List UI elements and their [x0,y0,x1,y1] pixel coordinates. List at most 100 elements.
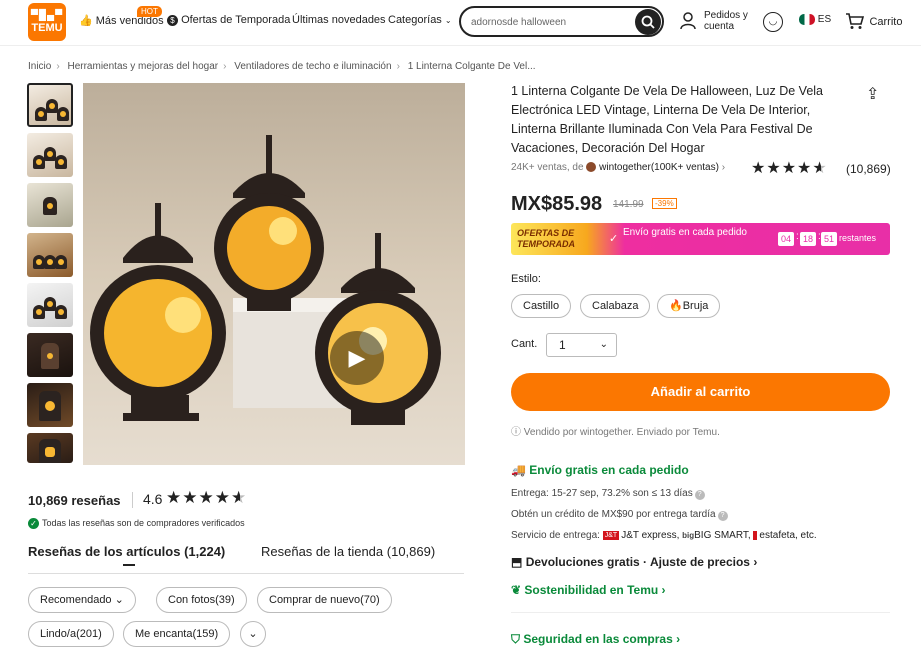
seller-link[interactable]: wintogether(100K+ ventas) [599,162,719,173]
seller-avatar [586,162,597,173]
nav-novedades[interactable]: Últimas novedades [292,14,386,26]
top-header: ▀█▄▀ TEMU 👍 Más vendidos HOT $ Ofertas d… [0,0,921,46]
returns-text: Devoluciones gratis · Ajuste de precios [525,555,750,569]
thumbnail-image[interactable] [27,83,73,127]
thumbnail-image[interactable] [27,233,73,277]
truck-check-icon: ✓ [609,233,619,245]
free-shipping-line[interactable]: 🚚 Envío gratis en cada pedido [511,463,689,477]
price: MX$85.98 [511,193,603,215]
divider [511,612,890,613]
language-selector[interactable]: ES [799,14,831,25]
chevron-down-icon: ⌄ [599,339,608,350]
quantity-select[interactable]: 1 ⌄ [546,333,617,357]
help-icon[interactable]: ? [694,490,705,500]
flame-icon: 🔥 [669,300,683,312]
more-filters-button[interactable]: ⌄ [240,621,266,647]
thumb-up-icon: 👍 [79,15,93,27]
estilo-label: Bruja [682,300,709,312]
dollar-icon: $ [167,15,178,26]
jt-logo-icon: J&T [602,530,620,540]
divider [132,492,133,508]
nav-label: Ofertas de Temporada [181,14,291,26]
lantern-illustration [90,135,441,425]
active-tab-indicator [123,564,135,566]
estilo-option-castillo[interactable]: Castillo [511,294,572,318]
carrier-name: BIG SMART, [694,530,751,541]
chevron-down-icon: ⌄ [248,628,258,640]
quantity-value: 1 [559,338,566,352]
estafeta-logo-icon [753,530,758,540]
filter-con-fotos[interactable]: Con fotos(39) [156,587,247,613]
verified-note: ✓ Todas las reseñas son de compradores ve… [28,518,245,529]
product-rating-stars[interactable]: ★★★★★ [751,158,828,178]
mexico-flag-icon [799,14,815,25]
shield-check-icon: ⛉ [511,632,521,646]
thumbnail-image[interactable] [27,283,73,327]
review-count[interactable]: 10,869 reseñas [28,493,121,508]
logo-glyphs: ▀█▄▀ [30,10,64,21]
filter-me-encanta[interactable]: Me encanta(159) [123,621,231,647]
breadcrumb-item[interactable]: Ventiladores de techo e iluminación [234,61,391,72]
cart-link[interactable]: Carrito [845,12,902,30]
free-shipping-text: Envío gratis en cada pedido [529,463,689,477]
tab-item-reviews[interactable]: Reseñas de los artículos (1,224) [28,544,225,559]
sustainability-link[interactable]: ❦ Sostenibilidad en Temu › [511,583,666,597]
play-video-button[interactable]: ▶ [330,331,384,385]
filter-label: Recomendado [40,594,112,606]
share-icon[interactable]: ⇪ [866,84,879,104]
credit-text: Obtén un crédito de MX$90 por entrega ta… [511,509,716,520]
thumbnail-image[interactable] [27,383,73,427]
breadcrumb: Inicio › Herramientas y mejoras del hogar… [28,61,536,72]
filter-recomendado[interactable]: Recomendado ⌄ [28,587,136,613]
leaf-icon: ❦ [511,583,522,597]
verified-text: Todas las reseñas son de compradores ver… [42,518,245,528]
breadcrumb-item: 1 Linterna Colgante De Vel... [407,61,536,72]
security-link[interactable]: ⛉ Seguridad en las compras › [511,632,680,647]
chevron-down-icon: ⌄ [114,594,124,606]
chevron-right-icon: › [753,555,758,569]
support-icon[interactable]: ◡ [763,12,783,32]
filter-lindo[interactable]: Lindo/a(201) [28,621,114,647]
sustainability-text: Sostenibilidad en Temu [524,583,659,597]
review-tabs: Reseñas de los artículos (1,224) Reseñas… [28,544,464,574]
thumbnail-image[interactable] [27,333,73,377]
countdown-seconds: 51 [821,232,837,246]
thumbnail-image[interactable] [27,133,73,177]
sold-by-text: Vendido por wintogether. Enviado por Tem… [523,427,720,438]
sales-prefix: 24K+ ventas, de [511,162,584,173]
breadcrumb-item[interactable]: Herramientas y mejoras del hogar [67,61,218,72]
promo-envio: Envío gratis en cada pedido [623,227,747,238]
product-title: 1 Linterna Colgante De Vela De Halloween… [511,84,824,155]
estilo-option-calabaza[interactable]: Calabaza [580,294,651,318]
thumbnail-list [27,83,73,469]
carrier-name: estafeta, etc. [759,530,817,541]
chevron-down-icon: ⌄ [444,16,452,25]
nav-ofertas[interactable]: $ Ofertas de Temporada [167,14,290,26]
thumbnail-image[interactable] [27,433,73,463]
estilo-option-bruja[interactable]: 🔥Bruja [657,294,721,318]
product-rating-count[interactable]: (10,869) [846,162,891,176]
service-prefix: Servicio de entrega: [511,530,600,541]
search-icon [641,15,655,29]
account-label: Pedidos y cuenta [704,10,748,32]
help-icon[interactable]: ? [717,511,728,521]
filter-comprar-de-nuevo[interactable]: Comprar de nuevo(70) [257,587,392,613]
add-to-cart-button[interactable]: Añadir al carrito [511,373,890,411]
seasonal-promo-banner[interactable]: OFERTAS DE TEMPORADA ✓ Envío gratis en c… [511,223,890,255]
breadcrumb-item[interactable]: Inicio [28,61,51,72]
sold-by-info: ⓘ Vendido por wintogether. Enviado por T… [511,423,720,438]
delivery-text: Entrega: 15-27 sep, 73.2% son ≤ 13 días [511,488,693,499]
discount-badge: -39% [652,198,677,209]
nav-categorias[interactable]: Categorías ⌄ [388,14,452,26]
tab-store-reviews[interactable]: Reseñas de la tienda (10,869) [261,544,435,559]
ofertas-label: OFERTAS DE TEMPORADA [517,228,575,249]
rating-stars: ★★★★★ [166,488,248,507]
product-main-image[interactable]: ▶ [83,83,465,465]
search-input[interactable] [471,13,631,31]
temu-logo[interactable]: ▀█▄▀ TEMU [28,3,66,41]
logo-text: TEMU [31,22,63,34]
returns-link[interactable]: ⬒ Devoluciones gratis · Ajuste de precio… [511,555,757,569]
thumbnail-image[interactable] [27,183,73,227]
sales-info: 24K+ ventas, de wintogether(100K+ ventas… [511,162,725,173]
search-button[interactable] [635,9,661,35]
